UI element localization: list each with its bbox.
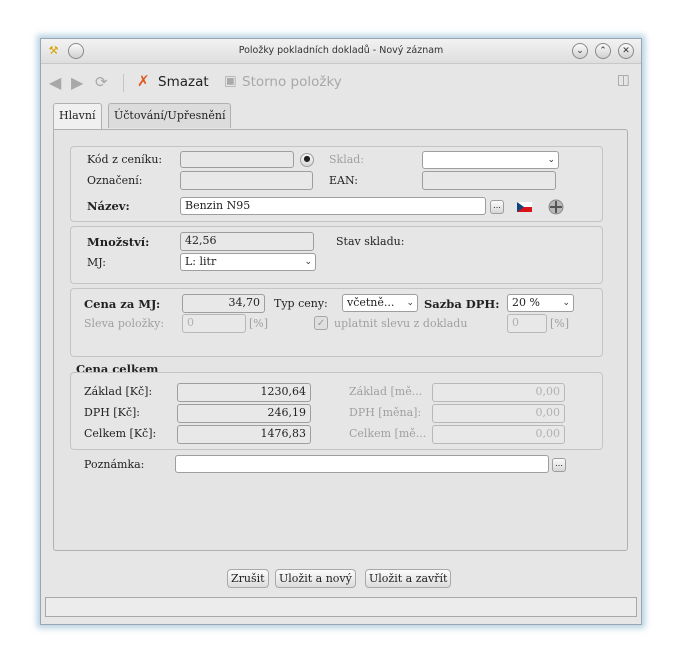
base-cur-label: Základ [mě...: [349, 385, 423, 398]
unit-label: MJ:: [87, 256, 106, 269]
discount-unit: [%]: [249, 317, 269, 330]
storno-icon: ▣: [224, 73, 237, 89]
total-group: Základ [Kč]: 1230,64 Základ [mě... 0,00 …: [70, 372, 603, 450]
total-cur-label: Celkem [mě...: [349, 427, 427, 440]
chevron-down-icon: ⌄: [547, 155, 555, 165]
price-group: Cena za MJ: 34,70 Typ ceny: včetně... ⌄ …: [70, 288, 603, 357]
previous-arrow-icon[interactable]: ◀: [49, 73, 61, 92]
chevron-down-icon: ⌄: [562, 298, 570, 308]
save-close-button[interactable]: Uložit a zavřít: [365, 569, 452, 588]
code-field[interactable]: [180, 151, 294, 168]
name-browse-button[interactable]: ...: [490, 200, 504, 214]
base-label: Základ [Kč]:: [84, 385, 153, 398]
item-group: Kód z ceníku: ● Sklad: ⌄ Označení: EAN: …: [70, 146, 603, 222]
name-field[interactable]: Benzin N95: [180, 197, 486, 215]
warehouse-label: Sklad:: [329, 153, 365, 166]
maximize-button[interactable]: ⌃: [595, 43, 611, 59]
unit-select[interactable]: L: litr ⌄: [180, 253, 316, 271]
add-translation-icon[interactable]: [548, 199, 564, 215]
vat-cur-field[interactable]: 0,00: [432, 404, 565, 423]
quantity-label: Množství:: [87, 235, 150, 249]
toolbar-separator: [123, 74, 124, 92]
next-arrow-icon[interactable]: ▶: [71, 73, 83, 92]
designation-field[interactable]: [180, 171, 313, 190]
delete-button[interactable]: Smazat: [158, 74, 209, 90]
note-field[interactable]: [175, 455, 549, 473]
tab-hlavni[interactable]: Hlavní: [53, 103, 102, 130]
help-icon[interactable]: ◫: [617, 72, 630, 88]
discount-field[interactable]: 0: [182, 314, 246, 333]
delete-icon[interactable]: ✗: [137, 72, 150, 90]
unit-value: L: litr: [185, 255, 217, 268]
cancel-button[interactable]: Zrušit: [227, 569, 269, 588]
price-type-value: včetně...: [347, 296, 395, 309]
note-browse-button[interactable]: ...: [552, 458, 566, 472]
search-icon[interactable]: ●: [300, 153, 314, 167]
vat-cur-label: DPH [měna]:: [349, 406, 422, 419]
storno-items-button[interactable]: Storno položky: [242, 74, 342, 90]
ean-field[interactable]: [422, 171, 556, 190]
close-button[interactable]: ✕: [618, 43, 634, 59]
minimize-button[interactable]: ⌄: [572, 43, 588, 59]
vat-rate-label: Sazba DPH:: [424, 297, 500, 311]
price-type-label: Typ ceny:: [274, 297, 328, 310]
warehouse-select[interactable]: ⌄: [422, 151, 559, 169]
doc-discount-unit: [%]: [550, 317, 570, 330]
total-field[interactable]: 1476,83: [177, 425, 311, 444]
vat-rate-value: 20 %: [512, 296, 540, 309]
chevron-down-icon: ⌄: [406, 298, 414, 308]
base-cur-field[interactable]: 0,00: [432, 383, 565, 402]
quantity-field[interactable]: 42,56: [180, 232, 314, 251]
price-type-select[interactable]: včetně... ⌄: [342, 294, 418, 312]
status-bar: [45, 597, 637, 617]
ean-label: EAN:: [329, 174, 358, 187]
tab-panel: Kód z ceníku: ● Sklad: ⌄ Označení: EAN: …: [53, 129, 628, 551]
title-bar: ⚒ Položky pokladních dokladů - Nový zázn…: [41, 39, 641, 64]
stock-label: Stav skladu:: [336, 235, 405, 248]
unit-price-field[interactable]: 34,70: [182, 294, 265, 313]
vat-rate-select[interactable]: 20 % ⌄: [507, 294, 574, 312]
window-title: Položky pokladních dokladů - Nový záznam: [238, 45, 444, 56]
czech-flag-icon[interactable]: [517, 202, 532, 212]
tab-uctovani[interactable]: Účtování/Upřesnění: [108, 103, 232, 128]
name-label: Název:: [87, 199, 130, 213]
apply-discount-checkbox[interactable]: ✓: [314, 316, 328, 330]
quantity-group: Množství: 42,56 Stav skladu: MJ: L: litr…: [70, 226, 603, 284]
apply-discount-label: uplatnit slevu z dokladu: [334, 317, 468, 330]
chevron-down-icon: ⌄: [304, 257, 312, 267]
doc-discount-field[interactable]: 0: [507, 314, 547, 333]
note-label: Poznámka:: [84, 458, 145, 471]
unit-price-label: Cena za MJ:: [84, 297, 161, 311]
base-field[interactable]: 1230,64: [177, 383, 311, 402]
vat-field[interactable]: 246,19: [177, 404, 311, 423]
vat-label: DPH [Kč]:: [84, 406, 140, 419]
total-cur-field[interactable]: 0,00: [432, 425, 565, 444]
refresh-icon[interactable]: ⟳: [95, 73, 108, 91]
save-new-button[interactable]: Uložit a nový: [275, 569, 356, 588]
total-label: Celkem [Kč]:: [84, 427, 157, 440]
dialog-window: ⚒ Položky pokladních dokladů - Nový zázn…: [40, 38, 642, 625]
discount-label: Sleva položky:: [84, 317, 165, 330]
designation-label: Označení:: [87, 174, 143, 187]
toolbar: ◀ ▶ ⟳ ✗ Smazat ▣ Storno položky ◫: [41, 64, 641, 98]
code-label: Kód z ceníku:: [87, 153, 163, 166]
